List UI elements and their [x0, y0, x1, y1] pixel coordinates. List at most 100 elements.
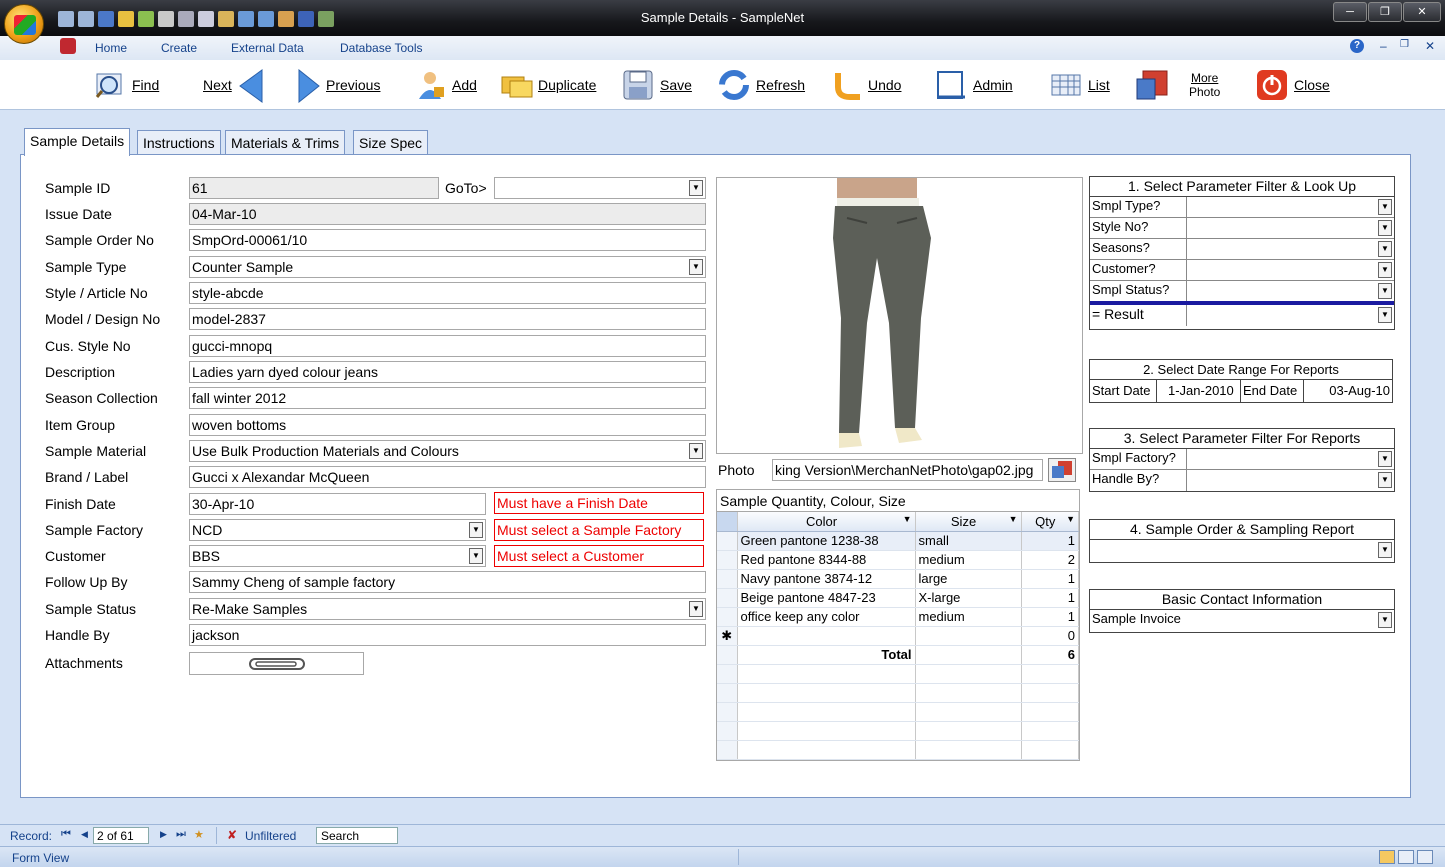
chevron-down-icon[interactable]: ▼: [1378, 612, 1392, 628]
close-button[interactable]: Close: [1256, 66, 1330, 104]
close-window-button[interactable]: ✕: [1403, 2, 1441, 22]
query-icon[interactable]: [258, 11, 274, 27]
tab-home[interactable]: Home: [95, 41, 127, 55]
sample-material-combobox[interactable]: Use Bulk Production Materials and Colour…: [189, 440, 706, 462]
browse-photo-button[interactable]: [1048, 458, 1076, 482]
sample-status-combobox[interactable]: Re-Make Samples ▼: [189, 598, 706, 620]
search-input[interactable]: Search: [316, 827, 398, 844]
table-row[interactable]: Green pantone 1238-38 small 1: [717, 531, 1079, 551]
tool-icon[interactable]: [138, 11, 154, 27]
design-view-icon[interactable]: [1417, 850, 1433, 864]
table-row[interactable]: Beige pantone 4847-23 X-large 1: [717, 588, 1079, 608]
inner-minimize-button[interactable]: –: [1380, 39, 1387, 53]
save-icon[interactable]: [98, 11, 114, 27]
filter-style-no[interactable]: Style No? ▼: [1090, 218, 1394, 239]
table-row[interactable]: office keep any color medium 1: [717, 607, 1079, 627]
chevron-down-icon[interactable]: ▼: [903, 514, 912, 524]
new-record-row[interactable]: ✱ 0: [717, 626, 1079, 646]
sample-order-no-field[interactable]: SmpOrd-00061/10: [189, 229, 706, 251]
customer-combobox[interactable]: BBS ▼: [189, 545, 486, 567]
chevron-down-icon[interactable]: ▼: [1378, 262, 1392, 278]
chevron-down-icon[interactable]: ▼: [1378, 283, 1392, 299]
sample-type-combobox[interactable]: Counter Sample ▼: [189, 256, 706, 278]
chevron-down-icon[interactable]: ▼: [1378, 451, 1392, 467]
issue-date-field[interactable]: 04-Mar-10: [189, 203, 706, 225]
first-record-button[interactable]: ⏮: [61, 828, 71, 841]
chevron-down-icon[interactable]: ▼: [689, 443, 703, 459]
filter-smpl-status[interactable]: Smpl Status? ▼: [1090, 281, 1394, 305]
chevron-down-icon[interactable]: ▼: [469, 522, 483, 538]
redo-icon[interactable]: [78, 11, 94, 27]
chevron-down-icon[interactable]: ▼: [1378, 199, 1392, 215]
item-group-field[interactable]: woven bottoms: [189, 414, 706, 436]
filter-handle-by[interactable]: Handle By? ▼: [1090, 470, 1394, 491]
save-button[interactable]: Save: [622, 66, 692, 104]
brand-label-field[interactable]: Gucci x Alexandar McQueen: [189, 466, 706, 488]
tab-instructions[interactable]: Instructions: [137, 130, 221, 156]
copy-icon[interactable]: [198, 11, 214, 27]
new-record-button[interactable]: ★: [194, 828, 204, 841]
finish-date-field[interactable]: 30-Apr-10: [189, 493, 486, 515]
duplicate-button[interactable]: Duplicate: [500, 66, 596, 104]
chevron-down-icon[interactable]: ▼: [689, 180, 703, 196]
inner-restore-button[interactable]: ❐: [1400, 39, 1409, 50]
chevron-down-icon[interactable]: ▼: [1378, 472, 1392, 488]
office-button[interactable]: [4, 4, 44, 44]
tab-create[interactable]: Create: [161, 41, 197, 55]
follow-up-by-field[interactable]: Sammy Cheng of sample factory: [189, 571, 706, 593]
cus-style-no-field[interactable]: gucci-mnopq: [189, 335, 706, 357]
cut-icon[interactable]: [178, 11, 194, 27]
chevron-down-icon[interactable]: ▼: [1378, 241, 1392, 257]
sampling-report-combobox[interactable]: ▼: [1090, 540, 1394, 561]
record-number-field[interactable]: 2 of 61: [93, 827, 149, 844]
season-collection-field[interactable]: fall winter 2012: [189, 387, 706, 409]
start-date-field[interactable]: 1-Jan-2010: [1168, 383, 1234, 398]
chevron-down-icon[interactable]: ▼: [1009, 514, 1018, 524]
unfiltered-button[interactable]: Unfiltered: [245, 829, 296, 843]
help-icon[interactable]: ?: [1350, 39, 1364, 53]
chevron-down-icon[interactable]: ▼: [689, 259, 703, 275]
form-icon[interactable]: [118, 11, 134, 27]
select-all-cell[interactable]: [717, 512, 738, 532]
add-button[interactable]: Add: [414, 66, 477, 104]
chevron-down-icon[interactable]: ▼: [689, 601, 703, 617]
admin-button[interactable]: Admin: [935, 66, 1013, 104]
previous-button[interactable]: Previous: [298, 66, 380, 104]
style-article-no-field[interactable]: style-abcde: [189, 282, 706, 304]
description-field[interactable]: Ladies yarn dyed colour jeans: [189, 361, 706, 383]
undo-button[interactable]: Undo: [830, 66, 901, 104]
minimize-button[interactable]: ─: [1333, 2, 1367, 22]
model-design-no-field[interactable]: model-2837: [189, 308, 706, 330]
table-row[interactable]: Navy pantone 3874-12 large 1: [717, 569, 1079, 589]
font-icon[interactable]: [298, 11, 314, 27]
previous-record-button[interactable]: ◀: [81, 829, 88, 840]
more-photo-button[interactable]: More Photo: [1135, 66, 1220, 104]
qty-column-header[interactable]: Qty ▼: [1021, 512, 1079, 532]
undo-icon[interactable]: [58, 11, 74, 27]
tab-database-tools[interactable]: Database Tools: [340, 41, 423, 55]
report-icon[interactable]: [278, 11, 294, 27]
goto-combobox[interactable]: ▼: [494, 177, 706, 199]
chevron-down-icon[interactable]: ▼: [1066, 514, 1075, 524]
chevron-down-icon[interactable]: ▼: [1378, 307, 1392, 323]
photo-path-field[interactable]: king Version\MerchanNetPhoto\gap02.jpg: [772, 459, 1043, 481]
chevron-down-icon[interactable]: ▼: [1378, 220, 1392, 236]
form-view-icon[interactable]: [1379, 850, 1395, 864]
paste-icon[interactable]: [218, 11, 234, 27]
contact-info-combobox[interactable]: Sample Invoice ▼: [1090, 610, 1394, 631]
inner-close-button[interactable]: ✕: [1425, 39, 1435, 53]
restore-button[interactable]: ❐: [1368, 2, 1402, 22]
color-column-header[interactable]: Color ▼: [737, 512, 916, 532]
sample-id-field[interactable]: 61: [189, 177, 439, 199]
tab-size-spec[interactable]: Size Spec: [353, 130, 429, 156]
table-icon[interactable]: [238, 11, 254, 27]
handle-by-field[interactable]: jackson: [189, 624, 706, 646]
table-row[interactable]: Red pantone 8344-88 medium 2: [717, 550, 1079, 570]
tab-materials-trims[interactable]: Materials & Trims: [225, 130, 346, 156]
filter-smpl-factory[interactable]: Smpl Factory? ▼: [1090, 449, 1394, 470]
size-column-header[interactable]: Size ▼: [915, 512, 1022, 532]
filter-smpl-type[interactable]: Smpl Type? ▼: [1090, 197, 1394, 218]
sample-factory-combobox[interactable]: NCD ▼: [189, 519, 486, 541]
filter-customer[interactable]: Customer? ▼: [1090, 260, 1394, 281]
refresh-button[interactable]: Refresh: [718, 66, 805, 104]
